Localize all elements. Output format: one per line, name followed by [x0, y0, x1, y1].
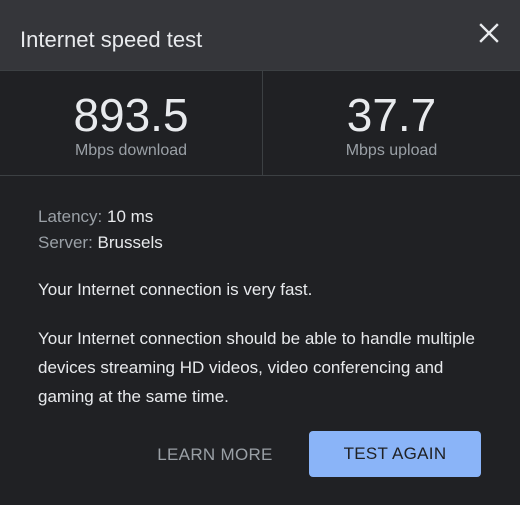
dialog-header: Internet speed test: [0, 0, 520, 71]
upload-speed-label: Mbps upload: [345, 142, 438, 159]
server-value: Brussels: [97, 233, 163, 252]
dialog-title: Internet speed test: [20, 27, 203, 52]
latency-value: 10 ms: [107, 207, 154, 226]
speed-description: Your Internet connection should be able …: [38, 329, 475, 406]
speed-summary: Your Internet connection is very fast.: [38, 280, 313, 299]
connection-details: Latency: 10 ms Server: Brussels: [38, 204, 488, 256]
close-icon: [479, 23, 499, 43]
upload-speed-value: 37.7: [346, 89, 437, 141]
learn-more-button[interactable]: LEARN MORE: [140, 432, 290, 477]
test-again-button[interactable]: TEST AGAIN: [309, 431, 481, 477]
server-label: Server:: [38, 233, 93, 252]
speed-results: 893.5 Mbps download 37.7 Mbps upload: [0, 71, 520, 176]
server-row: Server: Brussels: [38, 230, 488, 256]
latency-label: Latency:: [38, 207, 103, 226]
speed-test-dialog: Internet speed test 893.5 Mbps download …: [0, 0, 520, 505]
upload-result: 37.7 Mbps upload: [263, 71, 520, 175]
download-speed-value: 893.5: [73, 89, 189, 141]
close-button[interactable]: [474, 18, 504, 48]
download-result: 893.5 Mbps download: [0, 71, 262, 175]
download-speed-label: Mbps download: [74, 142, 188, 159]
latency-row: Latency: 10 ms: [38, 204, 488, 230]
